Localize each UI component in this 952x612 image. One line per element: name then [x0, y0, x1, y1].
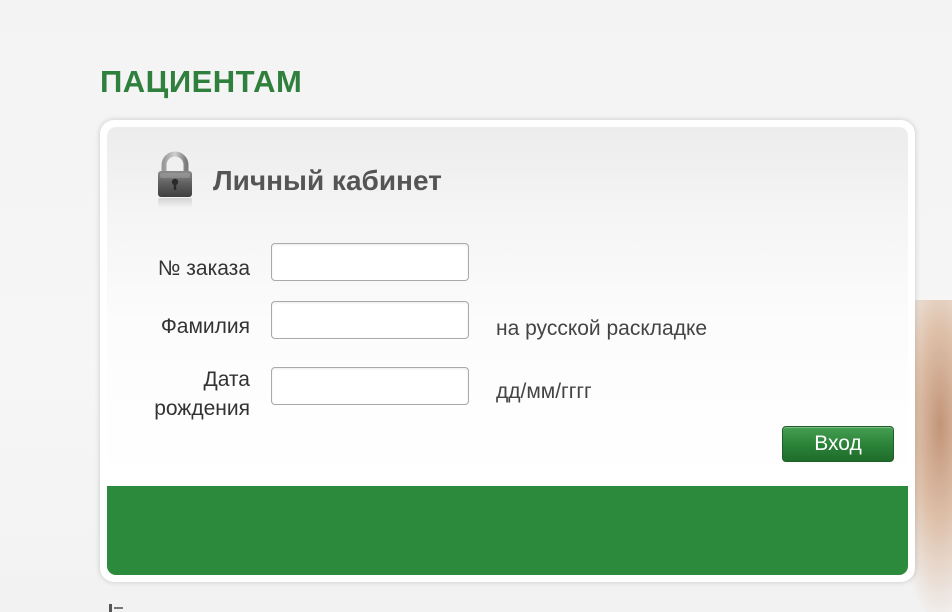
- section-title: ПАЦИЕНТАМ: [100, 64, 303, 99]
- order-number-input[interactable]: [271, 243, 469, 281]
- birth-date-input[interactable]: [271, 367, 469, 405]
- login-panel-body: Личный кабинет № заказа Фамилия на русск…: [107, 127, 908, 575]
- birth-date-label-line2: рождения: [154, 397, 250, 420]
- panel-footer-band: [107, 486, 908, 575]
- surname-input[interactable]: [271, 301, 469, 339]
- birth-date-label: Дата рождения: [110, 365, 250, 423]
- panel-title: Личный кабинет: [213, 165, 442, 196]
- cropped-icon-fragment: [109, 604, 123, 612]
- order-number-label: № заказа: [157, 257, 250, 280]
- birth-date-label-line1: Дата: [203, 368, 250, 391]
- birth-date-hint: дд/мм/гггг: [496, 380, 592, 403]
- login-panel: Личный кабинет № заказа Фамилия на русск…: [100, 120, 915, 582]
- login-button[interactable]: Вход: [782, 426, 894, 462]
- surname-hint: на русской раскладке: [496, 317, 708, 340]
- lock-icon: [158, 151, 192, 208]
- surname-label: Фамилия: [160, 315, 250, 338]
